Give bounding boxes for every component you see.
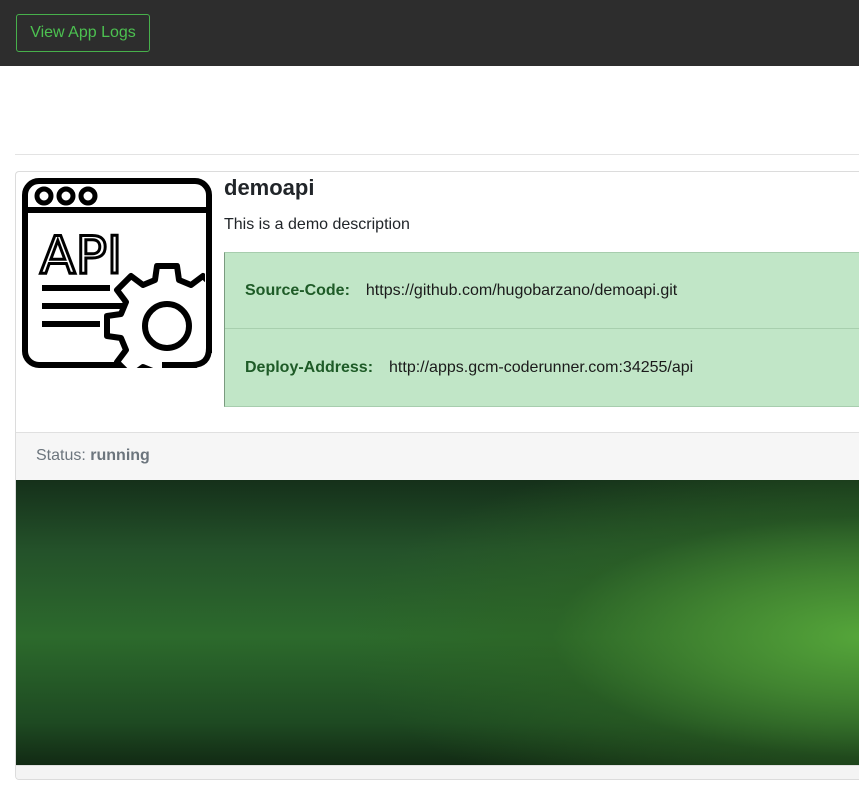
app-info-panel: Source-Code: https://github.com/hugobarz… — [224, 252, 859, 407]
view-app-logs-button[interactable]: View App Logs — [16, 14, 150, 52]
source-code-value: https://github.com/hugobarzano/demoapi.g… — [365, 281, 678, 299]
deploy-address-row: Deploy-Address: http://apps.gcm-coderunn… — [225, 330, 859, 406]
top-navbar: View App Logs — [0, 0, 859, 66]
app-card: API demoapi This is a demo description S… — [15, 171, 859, 780]
api-gear-icon: API — [22, 178, 212, 368]
status-label: Status: — [36, 447, 86, 464]
source-code-label: Source-Code: — [245, 281, 350, 299]
deploy-address-label: Deploy-Address: — [245, 359, 374, 376]
card-footer — [16, 765, 859, 779]
app-description: This is a demo description — [224, 216, 410, 233]
app-name-heading: demoapi — [224, 175, 315, 200]
svg-text:API: API — [40, 226, 122, 286]
status-value: running — [90, 447, 150, 464]
status-bar: Status: running — [16, 432, 859, 480]
app-banner-image — [16, 480, 859, 765]
source-code-row: Source-Code: https://github.com/hugobarz… — [225, 253, 859, 329]
section-divider — [15, 154, 859, 155]
deploy-address-value: http://apps.gcm-coderunner.com:34255/api — [389, 359, 694, 376]
